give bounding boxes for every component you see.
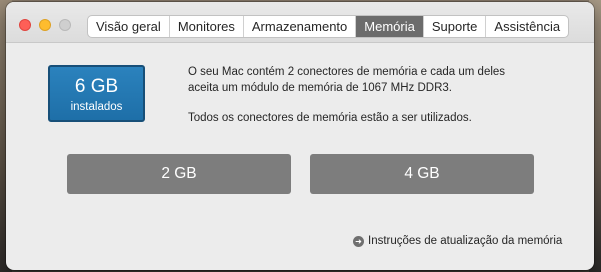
memory-total-value: 6 GB bbox=[74, 76, 119, 97]
close-button[interactable] bbox=[19, 19, 31, 31]
memory-total-badge: 6 GB instalados bbox=[48, 65, 145, 122]
title-bar: Visão geral Monitores Armazenamento Memó… bbox=[6, 2, 594, 43]
memory-slot-1: 2 GB bbox=[67, 154, 291, 194]
memory-upgrade-link[interactable]: ➜ Instruções de atualização da memória bbox=[353, 233, 562, 249]
memory-slots-status: Todos os conectores de memória estão a s… bbox=[188, 112, 472, 124]
memory-upgrade-link-label[interactable]: Instruções de atualização da memória bbox=[368, 235, 562, 247]
memory-description: O seu Mac contém 2 conectores de memória… bbox=[188, 65, 508, 127]
tab-displays[interactable]: Monitores bbox=[170, 16, 244, 37]
tab-support[interactable]: Suporte bbox=[424, 16, 487, 37]
tab-service[interactable]: Assistência bbox=[486, 16, 568, 37]
arrow-circle-right-icon: ➜ bbox=[353, 235, 364, 247]
memory-slots-info: O seu Mac contém 2 conectores de memória… bbox=[188, 66, 506, 94]
tab-memory[interactable]: Memória bbox=[356, 16, 424, 37]
memory-slot-2: 4 GB bbox=[310, 154, 534, 194]
about-this-mac-window: Visão geral Monitores Armazenamento Memó… bbox=[6, 2, 594, 270]
tab-overview[interactable]: Visão geral bbox=[88, 16, 170, 37]
minimize-button[interactable] bbox=[39, 19, 51, 31]
tab-storage[interactable]: Armazenamento bbox=[244, 16, 357, 37]
zoom-button[interactable] bbox=[59, 19, 71, 31]
tab-bar: Visão geral Monitores Armazenamento Memó… bbox=[87, 15, 570, 38]
memory-total-caption: instalados bbox=[70, 101, 123, 113]
